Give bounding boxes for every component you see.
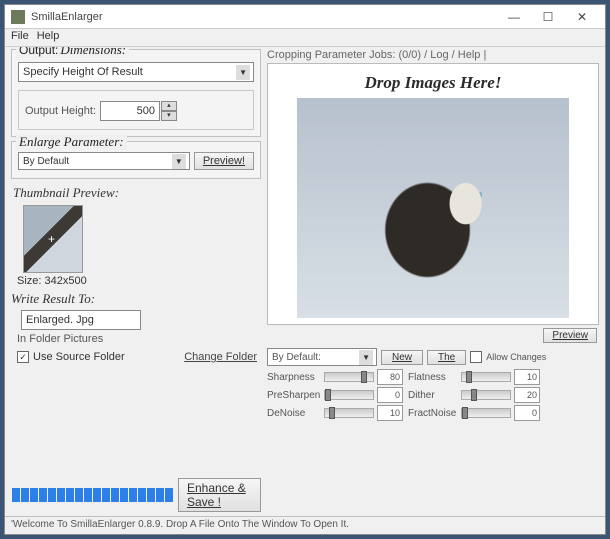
dither-label: Dither [408,390,458,401]
output-group-title: Output:Dimensions: [16,47,129,58]
status-bar: 'Welcome To SmillaEnlarger 0.8.9. Drop A… [5,516,605,534]
filename-input[interactable]: Enlarged. Jpg [21,310,141,330]
progress-bar [11,486,174,504]
preview-image [297,98,569,318]
sharpness-label: Sharpness [267,372,321,383]
sharpness-slider[interactable] [324,372,374,382]
bottom-row: Enhance & Save ! [11,478,261,512]
thumbnail-title: Thumbnail Preview: [13,185,261,201]
change-folder-link[interactable]: Change Folder [184,351,257,363]
tabs-row[interactable]: Cropping Parameter Jobs: (0/0) / Log / H… [267,49,599,61]
output-height-label: Output Height: [25,105,96,117]
window-title: SmillaEnlarger [31,11,103,23]
height-up-button[interactable]: ▴ [161,101,177,111]
title-bar[interactable]: SmillaEnlarger — ☐ ✕ [5,5,605,29]
enlarge-group: Enlarge Parameter: By Default Preview! [11,141,261,179]
dither-value[interactable]: 20 [514,387,540,403]
fractnoise-value[interactable]: 0 [514,405,540,421]
crosshair-icon: + [48,232,55,246]
thumbnail-section: Thumbnail Preview: + Size: 342x500 [13,185,261,287]
checkbox-icon [470,351,482,363]
close-button[interactable]: ✕ [565,6,599,28]
output-mode-select[interactable]: Specify Height Of Result [18,62,254,82]
use-source-checkbox[interactable]: ✓ Use Source Folder [17,351,125,363]
write-title: Write Result To: [11,291,261,307]
flatness-slider[interactable] [461,372,511,382]
presharpen-label: PreSharpen [267,390,321,401]
new-button[interactable]: New [381,350,423,365]
presharpen-value[interactable]: 0 [377,387,403,403]
denoise-value[interactable]: 10 [377,405,403,421]
sharpness-value[interactable]: 80 [377,369,403,385]
output-height-field[interactable]: 500 ▴▾ [100,101,160,121]
output-height-sub: Output Height: 500 ▴▾ [18,90,254,130]
param-preset-select[interactable]: By Default: [267,348,377,366]
maximize-button[interactable]: ☐ [531,6,565,28]
presharpen-slider[interactable] [324,390,374,400]
output-group: Output:Dimensions: Specify Height Of Res… [11,49,261,137]
enlarge-preset-select[interactable]: By Default [18,152,190,170]
dither-slider[interactable] [461,390,511,400]
allow-changes-checkbox[interactable]: Allow Changes [470,351,546,363]
the-button[interactable]: The [427,350,466,365]
menu-help[interactable]: Help [37,30,60,42]
denoise-label: DeNoise [267,408,321,419]
drop-title: Drop Images Here! [365,70,502,98]
flatness-label: Flatness [408,372,458,383]
minimize-button[interactable]: — [497,6,531,28]
flatness-value[interactable]: 10 [514,369,540,385]
enlarge-title: Enlarge Parameter: [16,134,127,150]
menu-file[interactable]: File [11,30,29,42]
menu-bar: File Help [5,29,605,47]
folder-text: In Folder Pictures [17,333,261,345]
fractnoise-label: FractNoise [408,408,458,419]
app-icon [11,10,25,24]
preview-button[interactable]: Preview! [194,152,254,170]
enhance-save-button[interactable]: Enhance & Save ! [178,478,261,512]
drop-zone[interactable]: Drop Images Here! [267,63,599,325]
checkbox-icon: ✓ [17,351,29,363]
right-preview-button[interactable]: Preview [543,328,597,343]
fractnoise-slider[interactable] [461,408,511,418]
height-down-button[interactable]: ▾ [161,111,177,121]
output-height-value: 500 [137,105,155,117]
thumbnail-image[interactable]: + [23,205,83,273]
thumbnail-size: Size: 342x500 [17,275,261,287]
params-panel: By Default: New The Allow Changes Sharpn… [267,347,599,421]
denoise-slider[interactable] [324,408,374,418]
app-window: SmillaEnlarger — ☐ ✕ File Help Output:Dim… [4,4,606,535]
write-section: Write Result To: Enlarged. Jpg In Folder… [11,291,261,369]
